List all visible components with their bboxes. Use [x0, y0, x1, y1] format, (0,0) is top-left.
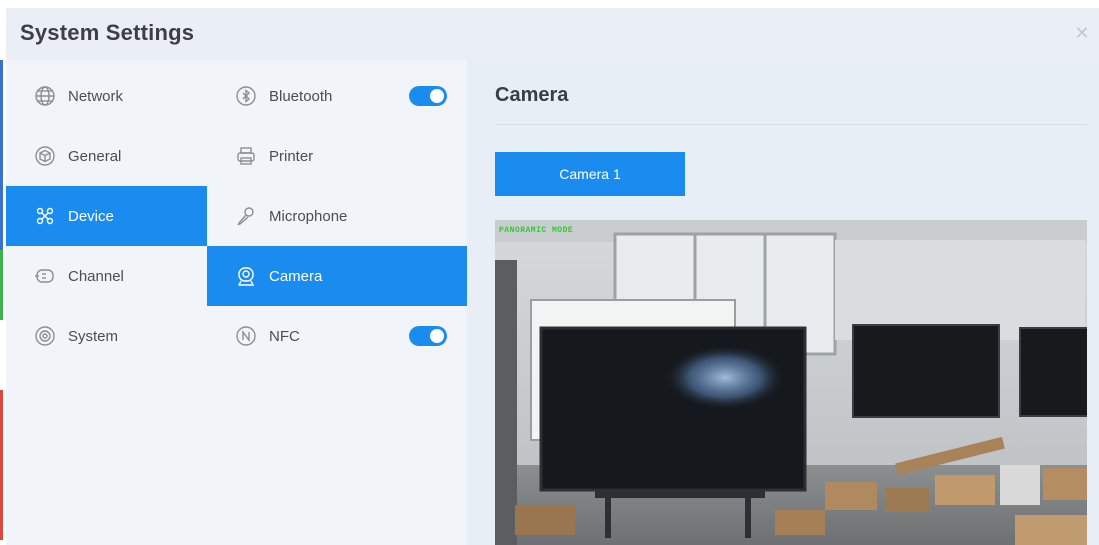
tab-camera-1[interactable]: Camera 1 [495, 152, 685, 196]
globe-icon [32, 83, 58, 109]
device-item-bluetooth[interactable]: Bluetooth [207, 66, 467, 126]
sidebar-item-label: Network [68, 87, 124, 105]
device-item-label: Microphone [269, 207, 348, 225]
edge-strip [0, 390, 3, 540]
camera-feed-image [495, 220, 1087, 545]
device-item-printer[interactable]: Printer [207, 126, 467, 186]
sidebar-item-system[interactable]: System [6, 306, 207, 366]
device-item-label: Bluetooth [269, 87, 333, 105]
device-icon [32, 203, 58, 229]
sidebar-item-label: System [68, 327, 119, 345]
device-list: Bluetooth Printer Microphone Camera NFC [207, 60, 467, 545]
device-item-label: Printer [269, 147, 314, 165]
device-item-label: Camera [269, 267, 323, 285]
device-item-camera[interactable]: Camera [207, 246, 467, 306]
nfc-toggle[interactable] [409, 326, 447, 346]
device-item-microphone[interactable]: Microphone [207, 186, 467, 246]
category-sidebar: Network General Device Channel System [6, 60, 207, 545]
sidebar-item-label: General [68, 147, 122, 165]
sidebar-item-network[interactable]: Network [6, 66, 207, 126]
channel-icon [32, 263, 58, 289]
bluetooth-toggle[interactable] [409, 86, 447, 106]
sidebar-item-general[interactable]: General [6, 126, 207, 186]
window-title: System Settings [20, 20, 195, 45]
camera-icon [233, 263, 259, 289]
settings-window: System Settings ✕ Network General Device [6, 8, 1099, 545]
cube-icon [32, 143, 58, 169]
close-icon[interactable]: ✕ [1071, 22, 1093, 44]
bluetooth-icon [233, 83, 259, 109]
edge-strip [0, 250, 3, 320]
toggle-knob [430, 89, 444, 103]
sidebar-item-label: Channel [68, 267, 124, 285]
camera-panel: Camera Camera 1 PANORAMIC MODE [467, 60, 1099, 545]
microphone-icon [233, 203, 259, 229]
divider [495, 124, 1087, 125]
device-item-nfc[interactable]: NFC [207, 306, 467, 366]
sidebar-item-channel[interactable]: Channel [6, 246, 207, 306]
camera-preview: PANORAMIC MODE [495, 220, 1087, 545]
sidebar-item-device[interactable]: Device [6, 186, 207, 246]
system-gear-icon [32, 323, 58, 349]
sidebar-item-label: Device [68, 207, 114, 225]
panel-title: Camera [495, 84, 569, 106]
printer-icon [233, 143, 259, 169]
nfc-icon [233, 323, 259, 349]
toggle-knob [430, 329, 444, 343]
preview-mode-label: PANORAMIC MODE [499, 226, 574, 235]
title-bar: System Settings ✕ [6, 8, 1099, 60]
device-item-label: NFC [269, 327, 300, 345]
